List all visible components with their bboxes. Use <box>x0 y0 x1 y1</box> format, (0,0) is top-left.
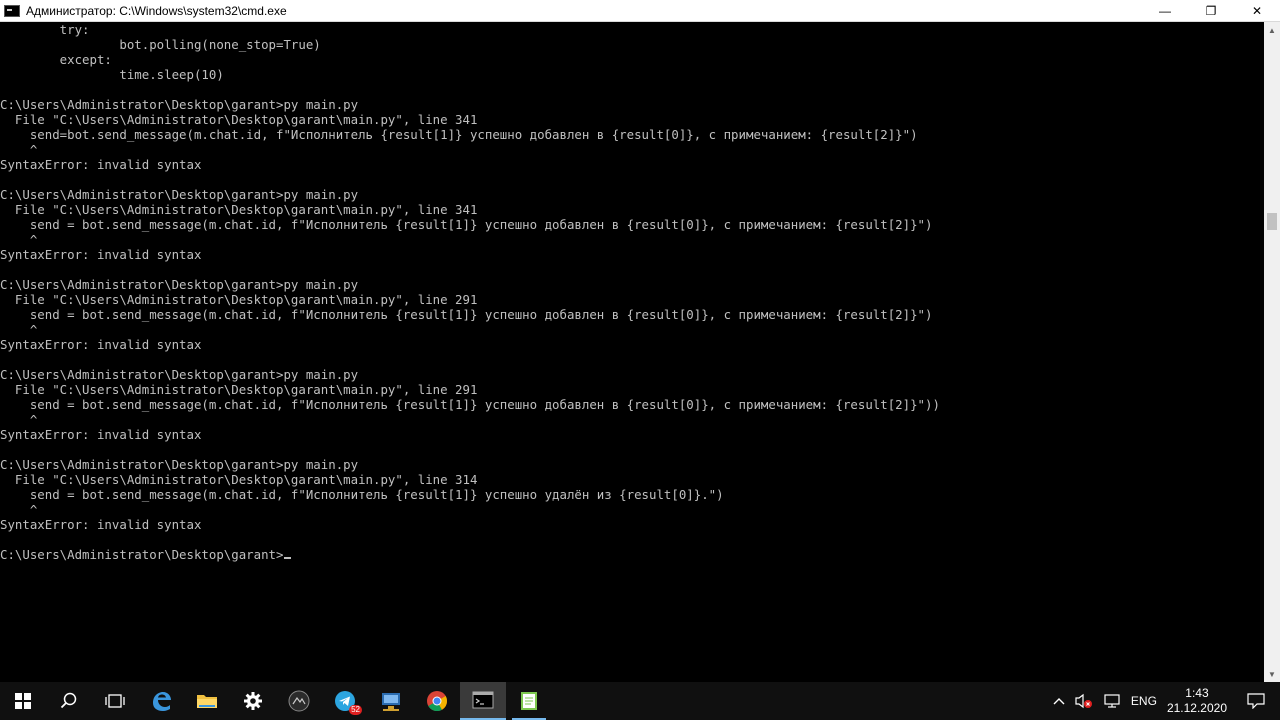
console-line: ^ <box>0 412 38 427</box>
chrome-button[interactable] <box>414 682 460 720</box>
console-line: try: <box>0 22 90 37</box>
cmd-icon <box>472 691 494 709</box>
cmd-app-icon[interactable] <box>4 4 20 17</box>
app-button[interactable] <box>276 682 322 720</box>
console-line: SyntaxError: invalid syntax <box>0 337 202 352</box>
network-app-icon <box>382 693 400 711</box>
window-controls: — ❐ ✕ <box>1142 0 1280 22</box>
clock[interactable]: 1:43 21.12.2020 <box>1162 682 1232 720</box>
console-line: SyntaxError: invalid syntax <box>0 427 202 442</box>
network-icon <box>1104 694 1120 708</box>
folder-icon <box>197 695 217 708</box>
chrome-icon <box>427 691 448 712</box>
show-hidden-icons-button[interactable] <box>1048 682 1070 720</box>
gear-icon <box>244 692 262 710</box>
close-icon: ✕ <box>1251 4 1263 18</box>
minimize-icon: — <box>1159 4 1171 18</box>
console-line: send = bot.send_message(m.chat.id, f"Исп… <box>0 397 940 412</box>
cmd-button[interactable] <box>460 682 506 720</box>
console-line: C:\Users\Administrator\Desktop\garant>py… <box>0 277 359 292</box>
network-button[interactable] <box>1098 682 1126 720</box>
console-line: C:\Users\Administrator\Desktop\garant>py… <box>0 457 359 472</box>
scroll-down-icon: ▼ <box>1268 669 1276 679</box>
language-indicator[interactable]: ENG <box>1126 682 1162 720</box>
scroll-up-icon: ▲ <box>1268 25 1276 35</box>
clock-date: 21.12.2020 <box>1166 701 1227 715</box>
scroll-up-button[interactable]: ▲ <box>1264 22 1280 38</box>
console-line: ^ <box>0 232 38 247</box>
scroll-down-button[interactable]: ▼ <box>1264 666 1280 682</box>
language-label: ENG <box>1130 694 1157 708</box>
chevron-up-icon <box>1053 698 1065 705</box>
console-line: send = bot.send_message(m.chat.id, f"Исп… <box>0 487 724 502</box>
console-line: ^ <box>0 502 38 517</box>
notification-icon <box>1247 693 1265 709</box>
console-line: File "C:\Users\Administrator\Desktop\gar… <box>0 472 478 487</box>
volume-muted-icon <box>1075 693 1092 709</box>
console-line: SyntaxError: invalid syntax <box>0 157 202 172</box>
notepad-icon <box>521 692 537 710</box>
network-app-button[interactable] <box>368 682 414 720</box>
task-view-button[interactable] <box>92 682 138 720</box>
restore-icon: ❐ <box>1205 4 1217 18</box>
app-circle-icon <box>288 690 310 712</box>
window-title: Администратор: C:\Windows\system32\cmd.e… <box>26 3 287 18</box>
console-line: time.sleep(10) <box>0 67 224 82</box>
console-line: C:\Users\Administrator\Desktop\garant>py… <box>0 367 359 382</box>
taskbar: 52 ENG 1:43 21.12.2020 <box>0 682 1280 720</box>
minimize-button[interactable]: — <box>1142 0 1188 22</box>
console-line: ^ <box>0 322 38 337</box>
notepad-button[interactable] <box>506 682 552 720</box>
console-line: C:\Users\Administrator\Desktop\garant>py… <box>0 187 359 202</box>
console-line: SyntaxError: invalid syntax <box>0 517 202 532</box>
console-line: File "C:\Users\Administrator\Desktop\gar… <box>0 292 478 307</box>
console-line: C:\Users\Administrator\Desktop\garant>py… <box>0 97 359 112</box>
start-button[interactable] <box>0 682 46 720</box>
notifications-button[interactable] <box>1232 682 1280 720</box>
search-icon <box>60 692 77 709</box>
telegram-button[interactable]: 52 <box>322 682 368 720</box>
edge-button[interactable] <box>138 682 184 720</box>
windows-logo-icon <box>15 693 31 709</box>
search-button[interactable] <box>46 682 92 720</box>
console-line: send = bot.send_message(m.chat.id, f"Исп… <box>0 217 933 232</box>
task-view-icon <box>105 694 125 708</box>
console-output[interactable]: try: bot.polling(none_stop=True) except:… <box>0 22 1264 682</box>
settings-button[interactable] <box>230 682 276 720</box>
console-line: SyntaxError: invalid syntax <box>0 247 202 262</box>
close-button[interactable]: ✕ <box>1234 0 1280 22</box>
console-line: File "C:\Users\Administrator\Desktop\gar… <box>0 382 478 397</box>
console-line: except: <box>0 52 112 67</box>
console-line: bot.polling(none_stop=True) <box>0 37 321 52</box>
system-tray: ENG 1:43 21.12.2020 <box>1048 682 1280 720</box>
file-explorer-button[interactable] <box>184 682 230 720</box>
console-line: File "C:\Users\Administrator\Desktop\gar… <box>0 202 478 217</box>
edge-icon <box>153 692 171 711</box>
notification-badge: 52 <box>349 705 362 715</box>
volume-button[interactable] <box>1070 682 1098 720</box>
text-cursor <box>284 557 292 559</box>
title-bar: Администратор: C:\Windows\system32\cmd.e… <box>0 0 1280 22</box>
clock-time: 1:43 <box>1185 686 1209 700</box>
vertical-scrollbar[interactable]: ▲ ▼ <box>1264 22 1280 682</box>
console-line: send=bot.send_message(m.chat.id, f"Испол… <box>0 127 918 142</box>
console-line: File "C:\Users\Administrator\Desktop\gar… <box>0 112 478 127</box>
console-line: send = bot.send_message(m.chat.id, f"Исп… <box>0 307 933 322</box>
restore-button[interactable]: ❐ <box>1188 0 1234 22</box>
console-line: ^ <box>0 142 38 157</box>
scroll-thumb[interactable] <box>1267 213 1277 230</box>
console-prompt[interactable]: C:\Users\Administrator\Desktop\garant> <box>0 547 283 562</box>
